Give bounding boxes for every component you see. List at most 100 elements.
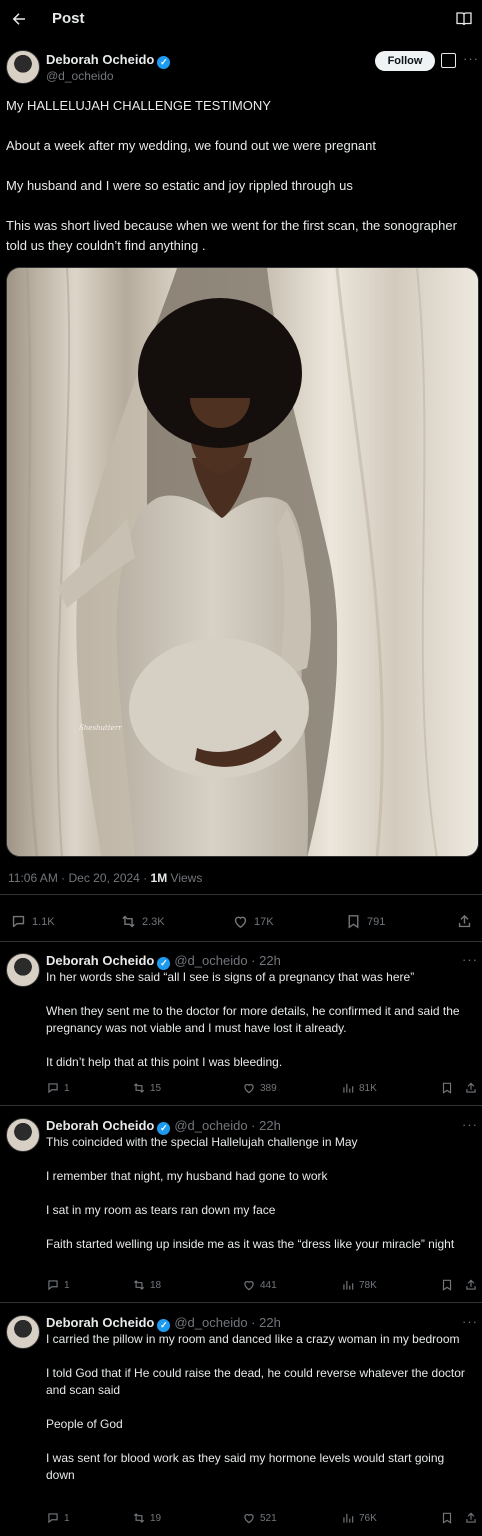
photo-watermark: Sheshutterr [79,724,122,732]
bookmark-button[interactable]: 791 [345,913,385,930]
reply-actions: 1 18 441 78K [46,1278,476,1296]
more-options-icon[interactable]: ··· [462,952,478,967]
repost-button[interactable]: 2.3K [120,913,165,930]
views-chart-icon [343,1513,354,1523]
share-button[interactable] [464,1278,478,1292]
post-timestamp[interactable]: 11:06 AM · Dec 20, 2024 · [8,871,151,885]
more-options-icon[interactable]: ··· [463,51,479,66]
reply-paragraph: I carried the pillow in my room and danc… [46,1332,460,1346]
views-button[interactable]: 78K [341,1278,377,1292]
repost-icon [133,1513,145,1523]
bookmark-icon [442,1082,452,1094]
post-paragraph: My HALLELUJAH CHALLENGE TESTIMONY [6,98,271,113]
share-button[interactable] [456,913,473,930]
post-actions: 1.1K 2.3K 17K 791 [0,908,482,936]
reply-button[interactable]: 1 [46,1081,70,1095]
author-name-row[interactable]: Deborah Ocheido ✓ [46,52,171,69]
like-button[interactable]: 521 [242,1511,277,1525]
reply-tweet[interactable]: Deborah Ocheido ✓ @d_ocheido · 22h ··· Thi… [0,1117,482,1300]
bookmark-button[interactable] [440,1278,454,1292]
reply-paragraph: Faith started welling up inside me as it… [46,1237,455,1251]
reply-count: 1.1K [32,915,55,928]
reply-body: In her words she said “all I see is sign… [46,969,476,1088]
reply-body: This coincided with the special Halleluj… [46,1134,476,1270]
repost-icon [133,1280,145,1290]
repost-icon [122,915,135,928]
post-paragraph: My husband and I were so estatic and joy… [6,178,353,193]
heart-icon [244,1514,254,1524]
like-count: 17K [254,915,274,928]
share-icon [466,1512,476,1523]
reply-paragraph: In her words she said “all I see is sign… [46,970,415,984]
bookmark-button[interactable] [440,1511,454,1525]
share-button[interactable] [464,1511,478,1525]
reply-author-row[interactable]: Deborah Ocheido ✓ @d_ocheido · 22h [46,953,281,970]
reply-handle-time[interactable]: @d_ocheido · 22h [174,1118,280,1133]
post-paragraph: This was short lived because when we wen… [6,218,457,253]
heart-icon [234,916,247,929]
avatar[interactable] [6,1118,40,1152]
views-count: 78K [359,1279,377,1291]
post-body: My HALLELUJAH CHALLENGE TESTIMONY About … [6,96,476,256]
reply-tweet[interactable]: Deborah Ocheido ✓ @d_ocheido · 22h ··· In … [0,952,482,1103]
like-button[interactable]: 441 [242,1278,277,1292]
heart-icon [244,1281,254,1291]
follow-button[interactable]: Follow [375,51,435,71]
reply-handle-time[interactable]: @d_ocheido · 22h [174,953,280,968]
share-icon [458,914,471,928]
like-count: 389 [260,1082,277,1094]
repost-button[interactable]: 15 [132,1081,161,1095]
share-icon [466,1082,476,1093]
repost-count: 19 [150,1512,162,1524]
reply-button[interactable]: 1 [46,1511,70,1525]
post-photo[interactable]: Sheshutterr [6,267,479,857]
reply-handle-time[interactable]: @d_ocheido · 22h [174,1315,280,1330]
more-options-icon[interactable]: ··· [462,1117,478,1132]
grok-icon[interactable] [441,53,456,68]
repost-button[interactable]: 19 [132,1511,161,1525]
reply-author-name[interactable]: Deborah Ocheido [46,1315,154,1330]
views-count: 81K [359,1082,377,1094]
views-button[interactable]: 81K [341,1081,377,1095]
reply-author-name[interactable]: Deborah Ocheido [46,953,154,968]
views-label: Views [170,871,203,885]
heart-icon [244,1084,254,1094]
reply-author-row[interactable]: Deborah Ocheido ✓ @d_ocheido · 22h [46,1315,281,1332]
top-bar: Post [0,0,482,38]
reader-mode-icon[interactable] [454,9,474,29]
share-button[interactable] [464,1081,478,1095]
reply-paragraph: I was sent for blood work as they said m… [46,1451,445,1482]
reply-count: 1 [64,1512,70,1524]
reply-author-name[interactable]: Deborah Ocheido [46,1118,154,1133]
bookmark-count: 791 [367,915,386,928]
reply-button[interactable]: 1.1K [10,913,55,930]
repost-button[interactable]: 18 [132,1278,161,1292]
reply-icon [48,1280,58,1291]
bookmark-icon [442,1279,452,1291]
like-button[interactable]: 17K [232,913,274,930]
reply-paragraph: This coincided with the special Halleluj… [46,1135,358,1149]
reply-paragraph: I sat in my room as tears ran down my fa… [46,1203,276,1217]
reply-paragraph: I told God that if He could raise the de… [46,1366,465,1397]
like-button[interactable]: 389 [242,1081,277,1095]
avatar[interactable] [6,50,40,84]
divider [0,1105,482,1106]
reply-icon [12,915,25,928]
views-button[interactable]: 76K [341,1511,377,1525]
bookmark-button[interactable] [440,1081,454,1095]
reply-author-row[interactable]: Deborah Ocheido ✓ @d_ocheido · 22h [46,1118,281,1135]
back-arrow-icon[interactable] [6,6,32,32]
author-handle[interactable]: @d_ocheido [46,69,114,83]
reply-button[interactable]: 1 [46,1278,70,1292]
reply-paragraph: I remember that night, my husband had go… [46,1169,328,1183]
reply-body: I carried the pillow in my room and danc… [46,1331,476,1501]
divider [0,1302,482,1303]
author-name[interactable]: Deborah Ocheido [46,52,154,67]
views-chart-icon [343,1083,354,1093]
views-count: 1M [150,871,168,885]
reply-tweet[interactable]: Deborah Ocheido ✓ @d_ocheido · 22h ··· I c… [0,1314,482,1533]
avatar[interactable] [6,953,40,987]
views-count: 76K [359,1512,377,1524]
more-options-icon[interactable]: ··· [462,1314,478,1329]
avatar[interactable] [6,1315,40,1349]
